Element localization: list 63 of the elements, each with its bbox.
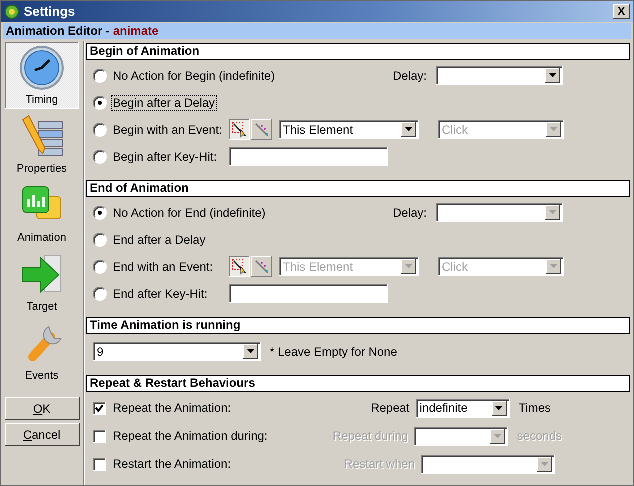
field-label: Delay: [392,68,427,82]
option-label: End after a Delay [112,232,207,248]
note-text: Times [518,401,551,415]
line-picker-button[interactable] [251,119,272,140]
checkbox[interactable] [93,402,106,414]
element-picker-button[interactable] [229,256,250,277]
sidebar-item[interactable]: Timing [5,42,79,109]
radio-button[interactable] [93,286,107,300]
app-icon [4,4,20,20]
option-label: Restart the Animation: [112,456,232,472]
section-header: End of Animation [86,180,630,197]
checkbox[interactable] [93,458,106,470]
option-label: Begin with an Event: [112,122,224,138]
dropdown[interactable] [436,66,563,85]
option-label: Begin after Key-Hit: [112,148,218,164]
caret-icon [494,434,502,438]
caret-icon [548,210,556,215]
option-label: Repeat the Animation during: [112,428,269,444]
checkbox[interactable] [93,430,106,442]
clock-icon [19,45,65,91]
radio-button[interactable] [93,68,107,82]
sidebar-item[interactable]: Animation [5,180,79,247]
option-label: Repeat the Animation: [112,400,232,416]
dropdown[interactable]: indefinite [416,398,510,418]
field-label: Delay: [392,206,427,220]
window-title: Settings [24,4,76,19]
cancel-button[interactable]: Cancel [4,423,80,446]
sidebar-item[interactable]: Properties [5,111,79,178]
section-header: Begin of Animation [86,43,630,60]
element-picker-button[interactable] [229,119,250,140]
radio-button[interactable] [93,206,107,220]
caret-icon [246,349,254,354]
radio-button[interactable] [93,150,107,164]
dropdown[interactable]: 9 [93,342,261,361]
radio-button[interactable] [93,260,107,274]
caret-icon [548,73,556,78]
dropdown[interactable]: This Element [279,120,419,139]
caret-icon [550,127,558,132]
editor-title: Animation Editor - animate [6,24,159,38]
field-label: Repeat [371,401,410,415]
option-label: No Action for Begin (indefinite) [112,68,276,84]
caret-icon [550,264,558,269]
note-text: * Leave Empty for None [270,344,398,358]
radio-button[interactable] [93,232,107,246]
ok-button[interactable]: OK [4,397,80,420]
caret-icon [404,127,412,132]
radio-button[interactable] [93,122,107,136]
option-label: No Action for End (indefinite) [112,204,267,220]
caret-icon [404,264,412,269]
option-label: End after Key-Hit: [112,286,209,302]
option-label: End with an Event: [112,258,214,274]
section-header: Repeat & Restart Behaviours [86,375,630,392]
radio-button[interactable] [93,96,107,110]
sidebar-item[interactable]: Events [5,318,79,385]
section-header: Time Animation is running [86,317,630,334]
option-label: Begin after a Delay [111,94,218,110]
line-picker-button[interactable] [251,256,272,277]
caret-icon [495,406,504,410]
sidebar-item[interactable]: Target [5,249,79,316]
key-input-field[interactable] [229,284,388,303]
close-button[interactable]: X [613,4,630,19]
key-input-field[interactable] [229,147,388,166]
caret-icon [540,462,548,466]
